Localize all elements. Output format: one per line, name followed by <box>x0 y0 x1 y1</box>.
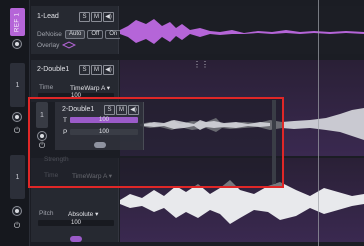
track1-speaker-button[interactable]: ◀) <box>103 12 114 22</box>
track1-waveform <box>120 19 364 44</box>
pitch-knob[interactable] <box>70 236 82 242</box>
track1-enable-button[interactable] <box>12 39 22 49</box>
denoise-label: DeNoise <box>37 31 62 38</box>
ghost-time-label: Time <box>44 172 59 179</box>
overlay-number-tab[interactable]: 1 <box>36 102 48 128</box>
overlay-p-knob[interactable] <box>94 142 106 148</box>
overlay-solo-mute: S M ◀) <box>104 105 139 115</box>
track2-name: 2-Double1 <box>37 66 70 73</box>
overlay-label: Overlay <box>37 42 60 49</box>
track2-enable-button[interactable] <box>12 112 22 122</box>
pitch-mode-select[interactable]: Absolute ▾ <box>68 210 98 218</box>
overlay-solo-button[interactable]: S <box>104 105 115 115</box>
overlay-t-bar[interactable]: 100 <box>70 117 138 123</box>
track3-power-icon[interactable]: ⏻ <box>12 221 22 231</box>
overlay-scrollbar[interactable] <box>272 100 276 184</box>
overlay-icon[interactable] <box>62 41 76 49</box>
track2-number-tab[interactable]: 1 <box>10 63 25 107</box>
pitch-amount-bar[interactable]: 100 <box>38 220 114 226</box>
track1-mute-button[interactable]: M <box>91 12 102 22</box>
overlay-track-name: 2-Double1 <box>62 106 95 113</box>
track2-solo-button[interactable]: S <box>79 65 90 75</box>
denoise-options: Auto Off On <box>65 30 122 39</box>
time-label: Time <box>39 84 54 91</box>
ghost-time-select: TimeWarp A ▾ <box>72 173 112 180</box>
overlay-waveform <box>144 120 270 130</box>
time-mode-select[interactable]: TimeWarp A ▾ <box>70 84 110 92</box>
overlay-t-label: T <box>63 117 67 124</box>
ghost-strength-label: Strength <box>44 156 69 163</box>
track2-mute-button[interactable]: M <box>91 65 102 75</box>
overlay-p-label: P <box>63 129 68 136</box>
track3-number-tab[interactable]: 1 <box>10 155 25 199</box>
track2-power-icon[interactable]: ⏻ <box>12 126 22 136</box>
playhead[interactable] <box>318 0 319 246</box>
denoise-off-button[interactable]: Off <box>87 30 104 39</box>
track1-solo-mute: S M ◀) <box>79 12 114 22</box>
denoise-on-button[interactable]: On <box>105 30 122 39</box>
overlay-mute-button[interactable]: M <box>116 105 127 115</box>
denoise-auto-button[interactable]: Auto <box>65 30 86 39</box>
track2-solo-mute: S M ◀) <box>79 65 114 75</box>
track3-enable-button[interactable] <box>12 206 22 216</box>
track1-solo-button[interactable]: S <box>79 12 90 22</box>
overlay-p-bar[interactable]: 100 <box>70 129 138 135</box>
reference-tab[interactable]: REF 1 <box>10 8 25 36</box>
overlay-enable-button[interactable] <box>37 131 47 141</box>
overlay-speaker-button[interactable]: ◀) <box>128 105 139 115</box>
track1-name: 1-Lead <box>37 13 59 20</box>
pitch-label: Pitch <box>39 210 54 217</box>
drag-handle-icon[interactable]: ⋮⋮ <box>193 61 209 72</box>
track2-speaker-button[interactable]: ◀) <box>103 65 114 75</box>
overlay-power-icon[interactable]: ⏻ <box>37 141 47 151</box>
